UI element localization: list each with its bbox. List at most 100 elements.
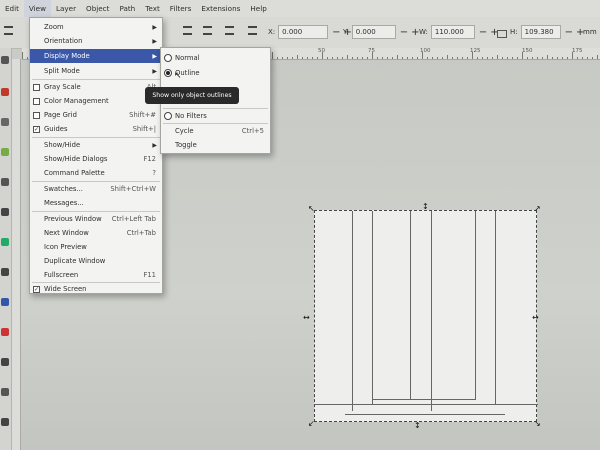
menu-extensions[interactable]: Extensions xyxy=(196,0,245,17)
outline-line xyxy=(315,404,538,405)
ruler-tick xyxy=(462,57,463,59)
resize-handle-icon[interactable]: ↕ xyxy=(414,422,421,430)
menu-item-zoom[interactable]: Zoom ▶ xyxy=(30,20,162,34)
menu-item-page-grid[interactable]: Page Grid Shift+# xyxy=(30,108,162,122)
radio-selected-icon[interactable] xyxy=(164,69,172,77)
ruler-tick xyxy=(507,57,508,59)
ruler-tick xyxy=(557,57,558,59)
dropper-tool-icon[interactable] xyxy=(1,358,9,366)
checkbox-icon[interactable] xyxy=(33,83,40,91)
menu-layer[interactable]: Layer xyxy=(51,0,81,17)
radio-icon[interactable] xyxy=(164,112,172,120)
menu-item-label: Normal xyxy=(175,54,200,62)
menu-item-label: Page Grid xyxy=(44,111,77,119)
menu-item-icon-preview[interactable]: Icon Preview xyxy=(30,240,162,254)
checkbox-checked-icon[interactable]: ✓ xyxy=(33,285,40,293)
menu-item-color-management[interactable]: Color Management xyxy=(30,94,162,108)
mouse-cursor-icon: ↖ xyxy=(174,71,182,81)
menu-filters[interactable]: Filters xyxy=(165,0,197,17)
lock-icon[interactable] xyxy=(497,30,507,38)
menu-item-fullscreen[interactable]: Fullscreen F11 xyxy=(30,268,162,282)
resize-handle-icon[interactable]: ↔ xyxy=(532,314,539,322)
vertical-ruler[interactable] xyxy=(11,59,21,450)
menu-item-toggle[interactable]: Toggle xyxy=(161,138,270,152)
outline-line xyxy=(372,211,373,404)
menu-item-guides[interactable]: ✓ Guides Shift+| xyxy=(30,122,162,136)
outline-line xyxy=(372,399,476,400)
resize-handle-icon[interactable]: ↙ xyxy=(308,420,315,428)
menu-object[interactable]: Object xyxy=(81,0,114,17)
pen-tool-icon[interactable] xyxy=(1,328,9,336)
resize-handle-icon[interactable]: ↖ xyxy=(308,205,315,213)
align-center-icon[interactable] xyxy=(203,26,212,35)
ruler-tick xyxy=(477,57,478,59)
menu-item-show-hide[interactable]: Show/Hide ▶ xyxy=(30,138,162,152)
gradient-tool-icon[interactable] xyxy=(1,298,9,306)
ruler-tick xyxy=(467,57,468,59)
circle-tool-icon[interactable] xyxy=(1,178,9,186)
selector-tool-icon[interactable] xyxy=(1,56,9,64)
ruler-tick xyxy=(457,57,458,59)
ruler-tick xyxy=(307,57,308,59)
menu-item-command-palette[interactable]: Command Palette ? xyxy=(30,166,162,180)
ruler-tick xyxy=(492,57,493,59)
resize-handle-icon[interactable]: ↕ xyxy=(422,203,429,211)
menu-item-label: No Filters xyxy=(175,112,207,120)
zoom-tool-icon[interactable] xyxy=(1,118,9,126)
star-tool-icon[interactable] xyxy=(1,208,9,216)
checkbox-icon[interactable] xyxy=(33,97,40,105)
y-label: Y: xyxy=(343,28,349,36)
menu-edit[interactable]: Edit xyxy=(0,0,24,17)
menu-path[interactable]: Path xyxy=(114,0,140,17)
menu-item-normal[interactable]: Normal xyxy=(161,51,270,65)
menu-text[interactable]: Text xyxy=(140,0,165,17)
menu-item-messages[interactable]: Messages... xyxy=(30,196,162,210)
raise-icon[interactable] xyxy=(248,26,257,35)
spiral-tool-icon[interactable] xyxy=(1,238,9,246)
rect-tool-icon[interactable] xyxy=(1,148,9,156)
checkbox-icon[interactable] xyxy=(33,111,40,119)
resize-handle-icon[interactable]: ↗ xyxy=(534,205,541,213)
menu-item-shortcut: Ctrl+Left Tab xyxy=(111,215,156,223)
menu-item-wide-screen[interactable]: ✓ Wide Screen xyxy=(30,282,162,296)
eraser-tool-icon[interactable] xyxy=(1,388,9,396)
menu-item-label: Messages... xyxy=(44,199,84,207)
resize-handle-icon[interactable]: ↘ xyxy=(534,420,541,428)
radio-icon[interactable] xyxy=(164,54,172,62)
h-input[interactable]: 109.380 xyxy=(520,25,561,39)
node-tool-icon[interactable] xyxy=(1,88,9,96)
menu-item-label: Zoom xyxy=(44,23,64,31)
menu-item-duplicate-window[interactable]: Duplicate Window xyxy=(30,254,162,268)
measure-tool-icon[interactable] xyxy=(1,418,9,426)
menu-item-label: Show/Hide xyxy=(44,141,81,149)
menu-help[interactable]: Help xyxy=(245,0,271,17)
selected-drawing[interactable] xyxy=(314,210,538,422)
menu-item-display-mode[interactable]: Display Mode ▶ xyxy=(30,49,162,63)
w-input[interactable]: 110.000 xyxy=(430,25,475,39)
y-input[interactable]: 0.000 xyxy=(351,25,396,39)
checkbox-checked-icon[interactable]: ✓ xyxy=(33,125,40,133)
menu-item-split-mode[interactable]: Split Mode ▶ xyxy=(30,64,162,78)
menu-item-orientation[interactable]: Orientation ▶ xyxy=(30,34,162,48)
menu-item-label: Guides xyxy=(44,125,68,133)
menu-item-next-window[interactable]: Next Window Ctrl+Tab xyxy=(30,226,162,240)
text-tool-icon[interactable] xyxy=(1,268,9,276)
y-field: Y: 0.000 −+ xyxy=(343,24,422,40)
toolbox-menu-icon[interactable] xyxy=(4,26,13,35)
x-input[interactable]: 0.000 xyxy=(278,25,329,39)
ruler-tick xyxy=(587,57,588,59)
align-bottom-icon[interactable] xyxy=(225,26,234,35)
menu-item-previous-window[interactable]: Previous Window Ctrl+Left Tab xyxy=(30,212,162,226)
menu-item-show-hide-dialogs[interactable]: Show/Hide Dialogs F12 xyxy=(30,152,162,166)
menu-item-swatches[interactable]: Swatches... Shift+Ctrl+W xyxy=(30,182,162,196)
menu-item-no-filters[interactable]: No Filters xyxy=(161,109,270,123)
menu-item-label: Orientation xyxy=(44,37,83,45)
unit-select[interactable]: mm xyxy=(583,24,597,40)
align-top-icon[interactable] xyxy=(183,26,192,35)
menu-item-gray-scale[interactable]: Gray Scale Alt xyxy=(30,80,162,94)
ruler-tick xyxy=(372,52,373,59)
menu-view[interactable]: View xyxy=(23,0,51,17)
resize-handle-icon[interactable]: ↔ xyxy=(303,314,310,322)
menu-item-cycle[interactable]: Cycle Ctrl+5 xyxy=(161,124,270,138)
ruler-tick xyxy=(277,57,278,59)
